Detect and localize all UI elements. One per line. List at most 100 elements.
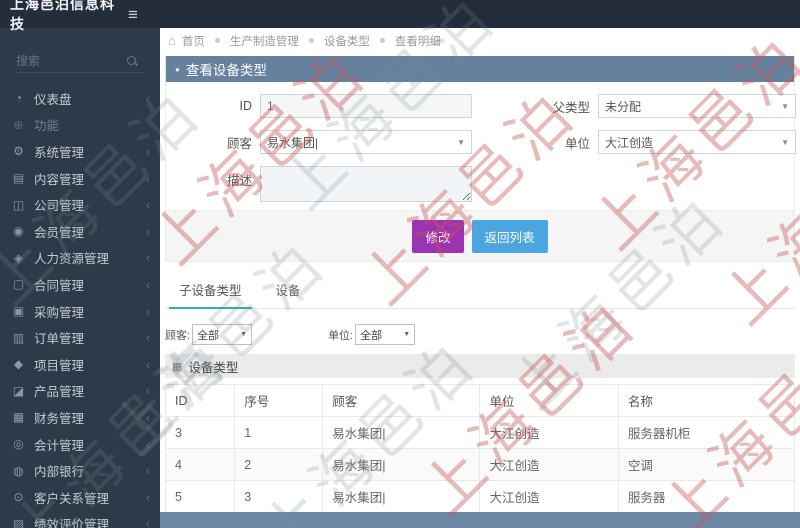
- breadcrumb-separator-icon: [379, 38, 385, 43]
- table-cell: 3: [164, 416, 236, 449]
- col-name: 名称: [617, 384, 796, 417]
- detail-panel: ● 查看设备类型 ID 父类型 未分配 ▼ 顾客 易水集团| ▼ 单位: [165, 56, 796, 262]
- tab-device[interactable]: 设备: [274, 270, 303, 308]
- chevron-collapse-icon: ‹: [145, 436, 150, 452]
- modify-button[interactable]: 修改: [412, 219, 464, 253]
- sidebar-item-label: 会计管理: [34, 438, 85, 453]
- sidebar-item-procurement[interactable]: ▣ 采购管理 ‹: [0, 298, 160, 325]
- chevron-collapse-icon: ‹: [145, 409, 150, 425]
- chevron-collapse-icon: ‹: [145, 516, 150, 528]
- hr-icon: ◈: [13, 250, 24, 265]
- table-row: 3 1 易水集团| 大江创造 服务器机柜: [164, 416, 796, 449]
- sidebar-item-member[interactable]: ◉ 会员管理 ‹: [0, 218, 160, 245]
- sidebar-item-features[interactable]: ⊕ 功能: [0, 112, 160, 139]
- order-icon: ▥: [12, 330, 25, 345]
- project-icon: ◆: [13, 357, 24, 372]
- table-cell: 4: [164, 448, 236, 481]
- tab-sub-device-type[interactable]: 子设备类型: [169, 270, 251, 309]
- sidebar-item-finance[interactable]: ▦ 财务管理 ‹: [0, 404, 160, 431]
- features-icon: ⊕: [13, 117, 24, 132]
- company-icon: ◫: [12, 197, 25, 212]
- device-type-icon: ▦: [172, 360, 183, 373]
- table-cell: 大江创造: [479, 480, 619, 513]
- sidebar-item-performance[interactable]: ▨ 绩效评价管理 ‹: [0, 511, 160, 528]
- col-unit: 单位: [479, 384, 619, 417]
- sidebar-item-project[interactable]: ◆ 项目管理 ‹: [0, 351, 160, 378]
- sidebar-item-product[interactable]: ◪ 产品管理 ‹: [0, 378, 160, 405]
- main-content: ⌂ 首页 生产制造管理 设备类型 查看明细 ● 查看设备类型 ID 父类型 未分配 …: [160, 28, 800, 528]
- breadcrumb-home[interactable]: 首页: [182, 33, 205, 49]
- app-title: 上海邑泊信息科技: [10, 0, 115, 32]
- unit-filter: 单位: 全部 ▼: [328, 324, 416, 345]
- breadcrumb-item[interactable]: 设备类型: [324, 33, 370, 49]
- member-icon: ◉: [13, 224, 24, 239]
- chevron-collapse-icon: ‹: [145, 303, 150, 319]
- chevron-down-icon: ▼: [240, 331, 248, 338]
- sidebar-item-internal-bank[interactable]: ◍ 内部银行 ‹: [0, 457, 160, 484]
- crm-icon: ⊙: [13, 490, 24, 505]
- id-field[interactable]: [260, 94, 472, 118]
- breadcrumb-item[interactable]: 查看明细: [395, 33, 441, 49]
- chevron-collapse-icon: ‹: [145, 90, 150, 106]
- sidebar-item-label: 功能: [34, 119, 60, 134]
- sidebar-item-accounting[interactable]: ◎ 会计管理 ‹: [0, 431, 160, 458]
- sidebar-nav: ◔ 仪表盘 ‹ ⊕ 功能 ⚙ 系统管理 ‹ ▤ 内容管理 ‹ ◫ 公司管理 ‹ ◉ 会员管理 ‹ ◈ 人力资源管理 ‹…: [0, 85, 160, 528]
- table-cell: 易水集团|: [322, 448, 481, 481]
- gear-icon: ⚙: [13, 144, 24, 159]
- table-cell: 3: [234, 480, 324, 513]
- bank-icon: ◍: [13, 463, 24, 478]
- sidebar-item-company[interactable]: ◫ 公司管理 ‹: [0, 191, 160, 218]
- procurement-icon: ▣: [12, 304, 25, 319]
- sidebar-item-crm[interactable]: ⊙ 客户关系管理 ‹: [0, 484, 160, 511]
- sidebar-item-label: 会员管理: [34, 225, 85, 240]
- search-input[interactable]: [14, 53, 126, 69]
- id-label: ID: [239, 99, 253, 113]
- sidebar-item-contract[interactable]: ▢ 合同管理 ‹: [0, 271, 160, 298]
- menu-toggle-icon[interactable]: ≡: [128, 6, 138, 23]
- sidebar-item-label: 产品管理: [34, 385, 85, 400]
- sidebar-item-dashboard[interactable]: ◔ 仪表盘 ‹: [0, 85, 160, 112]
- accounting-icon: ◎: [13, 437, 24, 452]
- chevron-down-icon: ▼: [457, 137, 465, 147]
- unit-filter-select[interactable]: 全部 ▼: [355, 324, 416, 345]
- home-icon: ⌂: [168, 33, 176, 48]
- unit-filter-label: 单位:: [328, 329, 354, 342]
- customer-filter-select[interactable]: 全部 ▼: [192, 324, 253, 345]
- sidebar-item-order[interactable]: ▥ 订单管理 ‹: [0, 324, 160, 351]
- table-cell: 服务器机柜: [617, 416, 796, 449]
- chevron-collapse-icon: ‹: [145, 463, 150, 479]
- col-seq: 序号: [234, 384, 324, 417]
- sidebar-item-system[interactable]: ⚙ 系统管理 ‹: [0, 138, 160, 165]
- customer-select[interactable]: 易水集团| ▼: [260, 130, 472, 154]
- panel-title: 查看设备类型: [185, 63, 267, 78]
- chevron-collapse-icon: ‹: [145, 330, 150, 346]
- breadcrumb-item[interactable]: 生产制造管理: [230, 33, 299, 49]
- parent-type-label: 父类型: [552, 100, 590, 115]
- related-card: 子设备类型 设备 顾客: 全部 ▼ 单位: 全部 ▼ ▦ 设备类型 ID 序号 …: [164, 270, 796, 513]
- sidebar-item-content[interactable]: ▤ 内容管理 ‹: [0, 165, 160, 192]
- sidebar-item-hr[interactable]: ◈ 人力资源管理 ‹: [0, 245, 160, 272]
- sidebar-item-label: 订单管理: [34, 332, 85, 347]
- unit-label: 单位: [564, 136, 590, 151]
- chevron-collapse-icon: ‹: [145, 143, 150, 159]
- chevron-down-icon: ▼: [781, 101, 789, 111]
- table-section-header: ▦ 设备类型: [165, 354, 795, 378]
- chevron-collapse-icon: ‹: [145, 383, 150, 399]
- table-cell: 服务器: [617, 480, 796, 513]
- unit-select[interactable]: 大江创造 ▼: [598, 130, 796, 154]
- search-icon[interactable]: [126, 55, 138, 67]
- description-field[interactable]: [260, 166, 472, 202]
- chevron-collapse-icon: ‹: [145, 489, 150, 505]
- panel-title-icon: ●: [175, 64, 180, 74]
- finance-icon: ▦: [12, 410, 25, 425]
- tabbar: 子设备类型 设备: [165, 270, 795, 309]
- back-to-list-button[interactable]: 返回列表: [471, 219, 548, 253]
- sidebar-item-label: 公司管理: [34, 199, 85, 214]
- customer-filter: 顾客: 全部 ▼: [165, 324, 253, 345]
- parent-type-select[interactable]: 未分配 ▼: [598, 94, 796, 118]
- chevron-collapse-icon: ‹: [145, 250, 150, 266]
- chevron-collapse-icon: ‹: [145, 170, 150, 186]
- sidebar-item-label: 内容管理: [34, 172, 85, 187]
- table-cell: 1: [234, 416, 324, 449]
- chevron-collapse-icon: ‹: [145, 356, 150, 372]
